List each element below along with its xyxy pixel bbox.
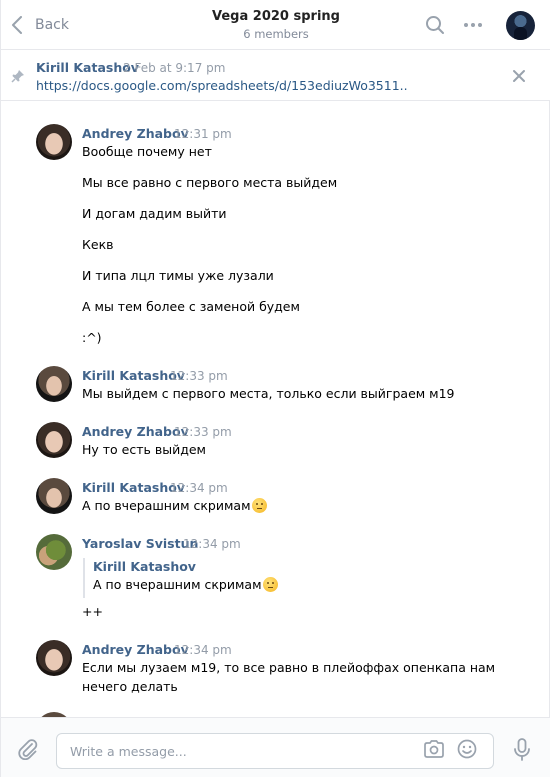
message-text: Если мы лузаем м19, то все равно в плейо… <box>82 660 496 675</box>
members-count: 6 members <box>243 27 309 41</box>
message-time[interactable]: 12:31 pm <box>174 127 232 141</box>
message-time[interactable]: 12:33 pm <box>170 369 228 383</box>
quoted-author[interactable]: Kirill Katashov <box>93 559 196 574</box>
microphone-icon[interactable] <box>513 738 531 762</box>
more-dots-icon <box>464 23 482 27</box>
pinned-message[interactable]: Kirill Katashov 2 Feb at 9:17 pm https:/… <box>1 50 550 101</box>
quoted-text: А по вчерашним скримам <box>93 577 278 592</box>
message-text: нечего делать <box>82 679 178 694</box>
message-input-placeholder: Write a message... <box>70 744 187 759</box>
chat-title-block[interactable]: Vega 2020 spring 6 members <box>151 9 401 41</box>
pinned-link[interactable]: https://docs.google.com/spreadsheets/d/1… <box>36 78 408 93</box>
avatar[interactable] <box>36 640 72 676</box>
message-text: А мы тем более с заменой будем <box>82 299 300 314</box>
message-text: :^) <box>82 330 102 345</box>
message-text: А по вчерашним скримам <box>82 498 267 513</box>
thinking-emoji-icon <box>262 577 278 592</box>
message-author[interactable]: Andrey Zhabov <box>82 424 189 439</box>
close-icon[interactable] <box>512 69 526 83</box>
avatar[interactable] <box>36 124 72 160</box>
pin-icon <box>11 70 24 83</box>
message-time[interactable]: 12:34 pm <box>174 643 232 657</box>
smile-icon[interactable] <box>457 739 477 759</box>
message-author[interactable]: Andrey Zhabov <box>82 126 189 141</box>
chat-avatar[interactable] <box>506 11 535 40</box>
message-text: Кекв <box>82 237 114 252</box>
message-list: Andrey Zhabov 12:31 pm Вообще почему нет… <box>1 102 550 717</box>
avatar[interactable] <box>36 422 72 458</box>
more-button[interactable] <box>462 14 484 36</box>
message-text: Мы выйдем с первого места, только если в… <box>82 386 455 401</box>
avatar[interactable] <box>36 366 72 402</box>
chat-header: Back Vega 2020 spring 6 members <box>1 0 550 50</box>
message-text: И типа лцл тимы уже лузали <box>82 268 274 283</box>
message-time[interactable]: 12:34 pm <box>170 481 228 495</box>
message-time[interactable]: 12:33 pm <box>174 425 232 439</box>
camera-icon[interactable] <box>423 740 445 758</box>
search-icon <box>426 16 444 34</box>
message-text: Вообще почему нет <box>82 144 212 159</box>
message-author[interactable]: Yaroslav Svistun <box>82 536 198 551</box>
thinking-emoji-icon <box>251 498 267 513</box>
message-time[interactable]: 12:34 pm <box>183 537 241 551</box>
message-text: И догам дадим выйти <box>82 206 227 221</box>
chat-title: Vega 2020 spring <box>212 9 340 24</box>
message-text: Ну то есть выйдем <box>82 442 206 457</box>
paperclip-icon[interactable] <box>17 738 39 760</box>
quote-bar <box>83 558 86 598</box>
message-text: ++ <box>82 604 103 619</box>
chevron-left-icon <box>12 16 22 34</box>
message-text: Мы все равно с первого места выйдем <box>82 175 338 190</box>
quoted-text-content: А по вчерашним скримам <box>93 577 262 592</box>
message-text-content: А по вчерашним скримам <box>82 498 251 513</box>
chat-window: Back Vega 2020 spring 6 members Kirill K… <box>0 0 550 777</box>
avatar[interactable] <box>36 534 72 570</box>
message-author[interactable]: Andrey Zhabov <box>82 642 189 657</box>
back-button[interactable]: Back <box>11 13 69 37</box>
pinned-time: 2 Feb at 9:17 pm <box>123 61 226 75</box>
back-label: Back <box>35 17 69 33</box>
search-button[interactable] <box>424 14 446 36</box>
avatar[interactable] <box>36 478 72 514</box>
